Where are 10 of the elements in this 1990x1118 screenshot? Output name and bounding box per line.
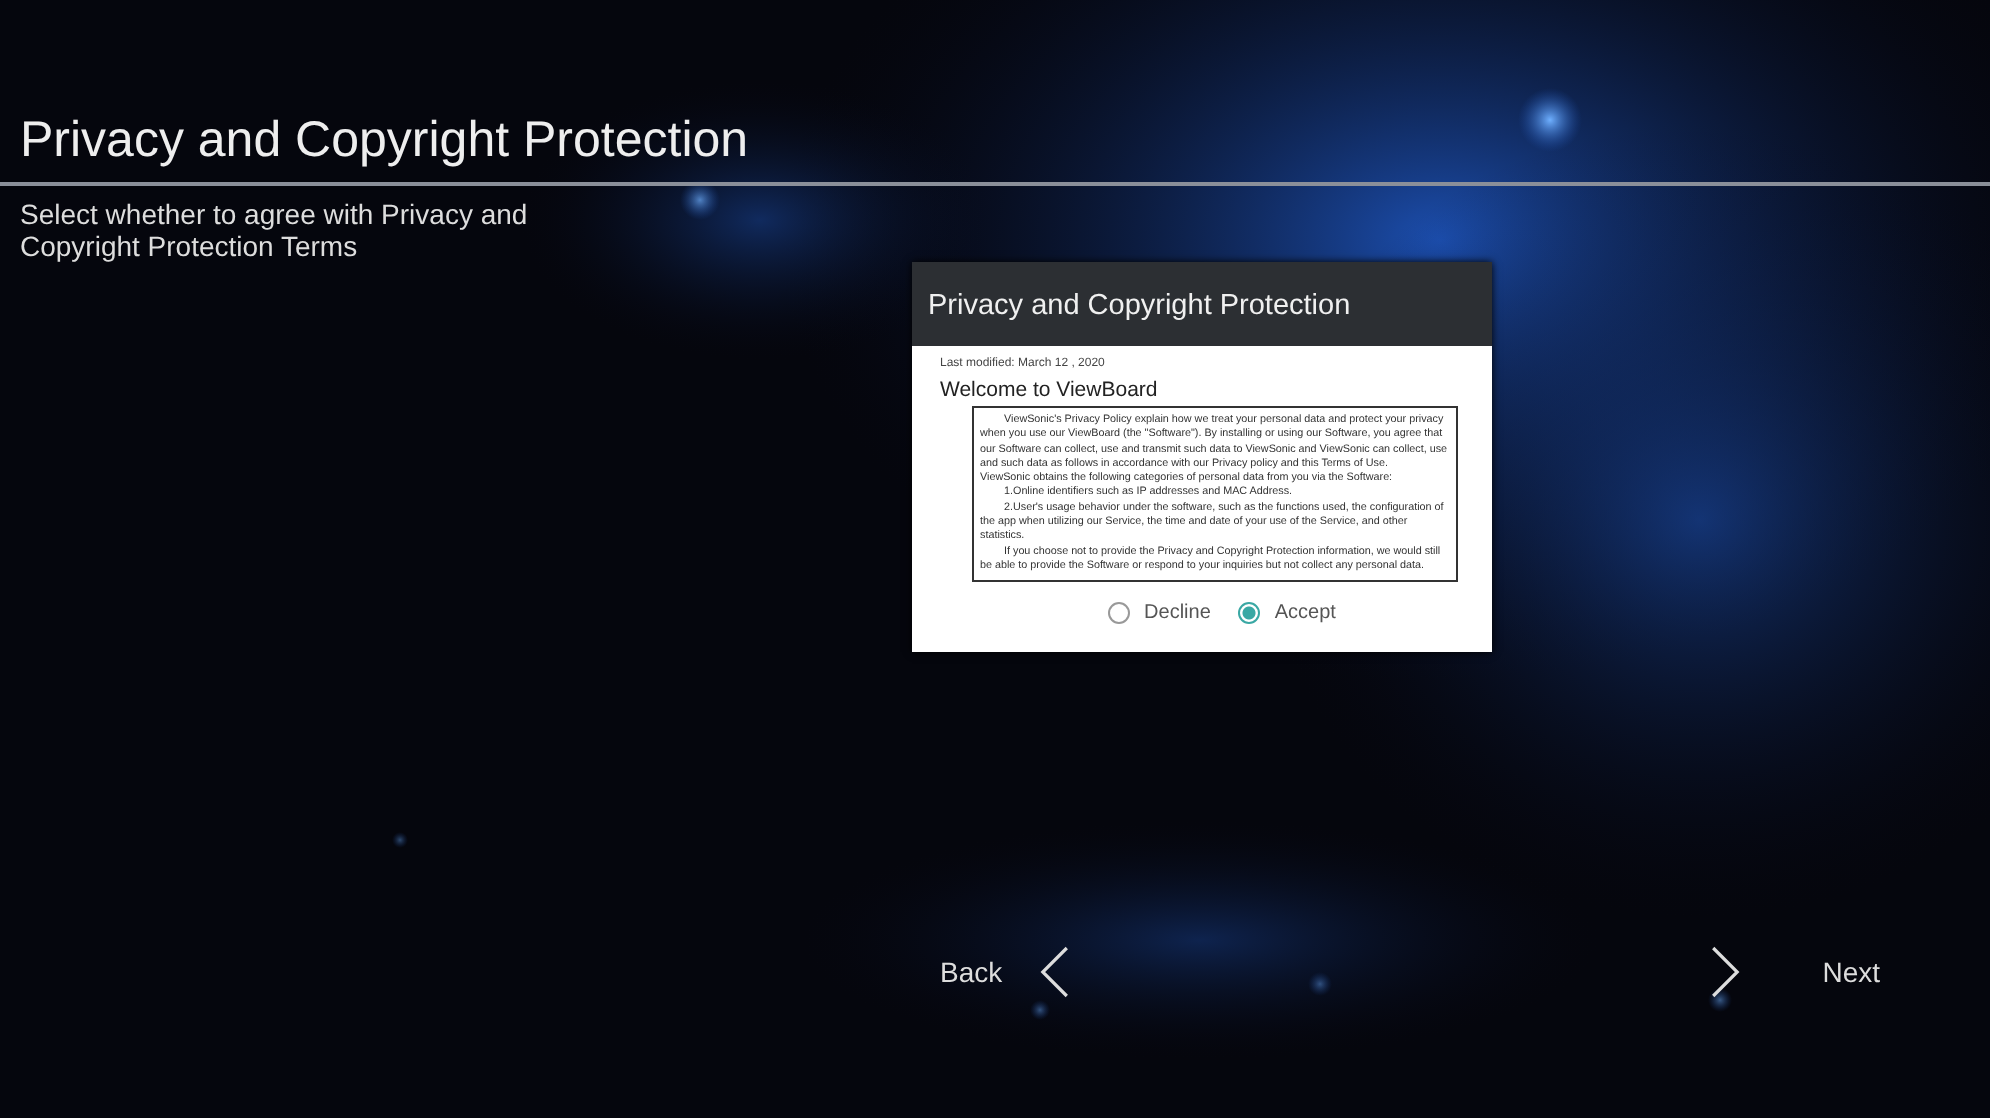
welcome-heading: Welcome to ViewBoard [940, 378, 1160, 402]
radio-option[interactable]: Accept [1238, 602, 1336, 625]
next-button[interactable]: Next [1710, 942, 1880, 1003]
radio-option[interactable]: Decline [1108, 602, 1211, 625]
page-subtitle: Select whether to agree with Privacy and Copyright Protection Terms [20, 198, 530, 262]
back-button[interactable]: Back [940, 942, 1071, 1003]
page-title: Privacy and Copyright Protection [0, 112, 1990, 186]
dialog-title: Privacy and Copyright Protection [912, 262, 1492, 346]
chevron-left-icon [1038, 942, 1071, 1003]
chevron-right-icon [1710, 942, 1743, 1003]
